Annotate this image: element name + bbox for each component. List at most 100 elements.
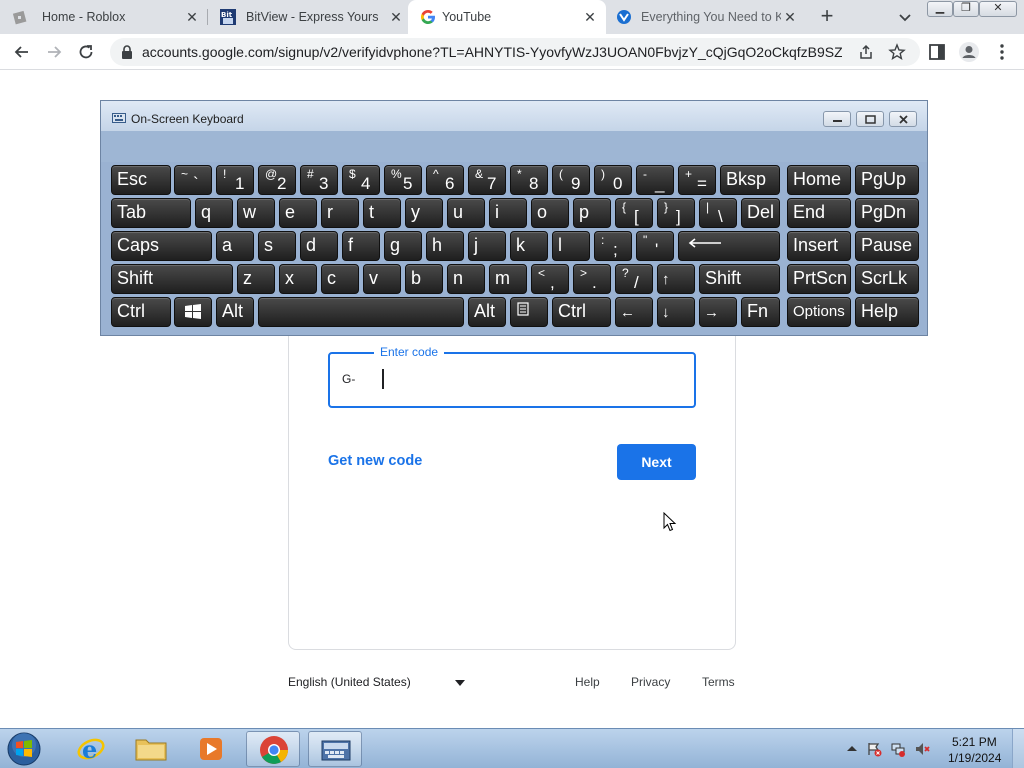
taskbar-media-player[interactable] (184, 731, 238, 767)
key-b[interactable]: b (405, 264, 443, 294)
key-end[interactable]: End (787, 198, 851, 228)
key-r[interactable]: r (321, 198, 359, 228)
key-4[interactable]: $4 (342, 165, 380, 195)
key-right-alt[interactable]: Alt (468, 297, 506, 327)
network-icon[interactable] (890, 741, 906, 757)
key-prtscn[interactable]: PrtScn (787, 264, 851, 294)
key-7[interactable]: & 7 (468, 165, 506, 195)
key-u[interactable]: u (447, 198, 485, 228)
tab-everything[interactable]: Everything You Need to K ✕ (606, 0, 806, 34)
terms-link[interactable]: Terms (702, 675, 735, 689)
key-scrlk[interactable]: ScrLk (855, 264, 919, 294)
osk-maximize-button[interactable] (856, 111, 884, 127)
side-panel-icon[interactable] (928, 43, 946, 61)
start-orb-icon[interactable] (4, 731, 44, 767)
key-8[interactable]: * 8 (510, 165, 548, 195)
key-close-bracket[interactable]: }] (657, 198, 695, 228)
key-x[interactable]: x (279, 264, 317, 294)
key-fn[interactable]: Fn (741, 297, 780, 327)
reload-icon[interactable] (76, 42, 96, 62)
key-k[interactable]: k (510, 231, 548, 261)
key-g[interactable]: g (384, 231, 422, 261)
show-hidden-icons-icon[interactable] (844, 741, 860, 757)
key-down-arrow[interactable]: ↓ (657, 297, 695, 327)
clock-date[interactable]: 1/19/2024 (948, 751, 1001, 765)
key-home[interactable]: Home (787, 165, 851, 195)
key-5[interactable]: % 5 (384, 165, 422, 195)
key-minus[interactable]: - _ (636, 165, 674, 195)
get-new-code-link[interactable]: Get new code (328, 453, 422, 469)
key-w[interactable]: w (237, 198, 275, 228)
key-o[interactable]: o (531, 198, 569, 228)
key-space[interactable] (258, 297, 464, 327)
close-icon[interactable]: ✕ (184, 9, 200, 25)
key-9[interactable]: (9 (552, 165, 590, 195)
key-s[interactable]: s (258, 231, 296, 261)
key-n[interactable]: n (447, 264, 485, 294)
close-window-button[interactable]: ✕ (979, 1, 1017, 17)
minimize-button[interactable]: ▁ (927, 1, 953, 17)
key-semicolon[interactable]: :; (594, 231, 632, 261)
on-screen-keyboard-window[interactable]: On-Screen Keyboard Esc ~ ` ! 1 @2 #3 $4 % 5… (100, 100, 928, 336)
profile-avatar-icon[interactable] (958, 41, 980, 63)
key-pgup[interactable]: PgUp (855, 165, 919, 195)
key-enter[interactable] (678, 231, 780, 261)
key-esc[interactable]: Esc (111, 165, 171, 195)
volume-muted-icon[interactable] (914, 741, 930, 757)
restore-button[interactable]: ❐ (953, 1, 979, 17)
key-m[interactable]: m (489, 264, 527, 294)
key-help[interactable]: Help (855, 297, 919, 327)
key-options[interactable]: Options (787, 297, 851, 327)
key-up-arrow[interactable]: ↑ (657, 264, 695, 294)
key-left-ctrl[interactable]: Ctrl (111, 297, 171, 327)
back-arrow-icon[interactable] (12, 42, 32, 62)
privacy-link[interactable]: Privacy (631, 675, 670, 689)
key-del[interactable]: Del (741, 198, 780, 228)
tab-bitview[interactable]: Bit BitView - Express Yourself! ✕ (208, 0, 408, 34)
key-pause[interactable]: Pause (855, 231, 919, 261)
key-comma[interactable]: <, (531, 264, 569, 294)
key-period[interactable]: >. (573, 264, 611, 294)
tab-youtube[interactable]: YouTube ✕ (408, 0, 606, 34)
key-windows[interactable] (174, 297, 212, 327)
key-quote[interactable]: " ' (636, 231, 674, 261)
key-insert[interactable]: Insert (787, 231, 851, 261)
lock-icon[interactable] (120, 44, 134, 60)
close-icon[interactable]: ✕ (582, 9, 598, 25)
close-icon[interactable]: ✕ (388, 9, 404, 25)
key-right-shift[interactable]: Shift (699, 264, 780, 294)
key-p[interactable]: p (573, 198, 611, 228)
tab-roblox[interactable]: Home - Roblox ✕ (0, 0, 206, 34)
address-bar[interactable]: accounts.google.com/signup/v2/verifyidvp… (110, 38, 920, 66)
next-button[interactable]: Next (617, 444, 696, 480)
key-left-shift[interactable]: Shift (111, 264, 233, 294)
key-tab[interactable]: Tab (111, 198, 191, 228)
help-link[interactable]: Help (575, 675, 600, 689)
key-l[interactable]: l (552, 231, 590, 261)
key-3[interactable]: #3 (300, 165, 338, 195)
key-e[interactable]: e (279, 198, 317, 228)
key-backspace[interactable]: Bksp (720, 165, 780, 195)
key-a[interactable]: a (216, 231, 254, 261)
key-d[interactable]: d (300, 231, 338, 261)
key-right-ctrl[interactable]: Ctrl (552, 297, 611, 327)
key-right-arrow[interactable]: → (699, 297, 737, 327)
key-q[interactable]: q (195, 198, 233, 228)
key-y[interactable]: y (405, 198, 443, 228)
key-tilde[interactable]: ~ ` (174, 165, 212, 195)
key-caps[interactable]: Caps (111, 231, 212, 261)
new-tab-icon[interactable]: + (816, 5, 838, 28)
key-left-alt[interactable]: Alt (216, 297, 254, 327)
action-center-flag-icon[interactable] (866, 741, 882, 757)
taskbar-file-explorer[interactable] (124, 731, 178, 767)
key-equals[interactable]: + = (678, 165, 716, 195)
key-menu[interactable] (510, 297, 548, 327)
osk-close-button[interactable] (889, 111, 917, 127)
key-backslash[interactable]: | \ (699, 198, 737, 228)
chevron-down-icon[interactable] (896, 8, 914, 26)
key-v[interactable]: v (363, 264, 401, 294)
key-f[interactable]: f (342, 231, 380, 261)
key-0[interactable]: ) 0 (594, 165, 632, 195)
share-icon[interactable] (858, 44, 874, 60)
dropdown-caret-icon[interactable] (455, 680, 465, 686)
